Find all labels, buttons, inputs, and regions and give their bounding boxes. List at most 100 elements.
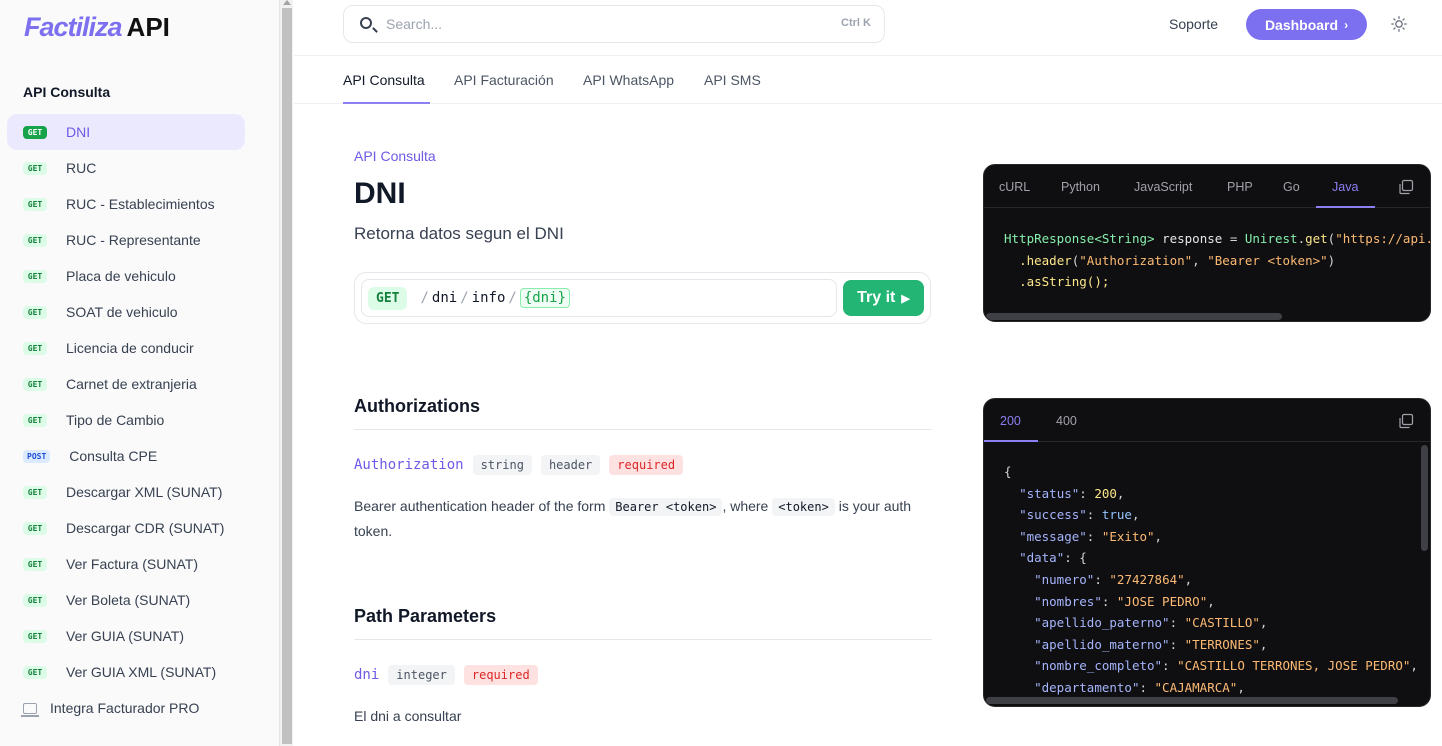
sidebar-item-label: DNI: [66, 124, 91, 140]
method-badge: GET: [23, 557, 47, 571]
lang-tab-python[interactable]: Python: [1061, 180, 1100, 194]
sidebar-item-ver-boleta-sunat[interactable]: GET Ver Boleta (SUNAT): [7, 582, 245, 618]
response-vscrollbar[interactable]: [1421, 445, 1428, 551]
method-badge: GET: [23, 593, 47, 607]
code-token: .asString();: [1019, 274, 1110, 290]
method-badge: GET: [368, 286, 408, 310]
scroll-up-arrow-icon[interactable]: [283, 0, 291, 5]
lang-tab-php[interactable]: PHP: [1227, 180, 1253, 194]
support-link[interactable]: Soporte: [1169, 16, 1218, 32]
tab-api-facturacion[interactable]: API Facturación: [454, 72, 554, 88]
sidebar-item-placa-de-vehiculo[interactable]: GET Placa de vehiculo: [7, 258, 245, 294]
try-it-label: Try it: [857, 289, 896, 306]
code-token: HttpResponse: [1004, 231, 1095, 246]
sidebar-item-tipo-de-cambio[interactable]: GET Tipo de Cambio: [7, 402, 245, 438]
sidebar-item-ruc-establecimientos[interactable]: GET RUC - Establecimientos: [7, 186, 245, 222]
path-param-type: integer: [388, 665, 455, 685]
method-badge: POST: [23, 449, 51, 463]
lang-tab-javascript[interactable]: JavaScript: [1134, 180, 1192, 194]
sidebar-item-consulta-cpe[interactable]: POST Consulta CPE: [7, 438, 245, 474]
code-hscrollbar[interactable]: [986, 313, 1282, 320]
sidebar-item-descargar-cdr-sunat[interactable]: GET Descargar CDR (SUNAT): [7, 510, 245, 546]
json-value: "CASTILLO TERRONES, JOSE PEDRO": [1177, 658, 1411, 674]
json-value: "Exito": [1101, 528, 1155, 544]
sidebar-item-label: Licencia de conducir: [66, 340, 194, 356]
sidebar-item-ver-guia-sunat[interactable]: GET Ver GUIA (SUNAT): [7, 618, 245, 654]
sun-icon[interactable]: [1391, 16, 1407, 32]
code-token: "Authorization": [1079, 252, 1193, 268]
json-value: true: [1101, 507, 1132, 523]
copy-icon[interactable]: [1398, 179, 1414, 195]
sidebar-item-dni[interactable]: GET DNI: [7, 114, 245, 150]
inline-code: Bearer <token>: [609, 498, 723, 516]
sidebar-item-label: Descargar XML (SUNAT): [66, 484, 223, 500]
tab-api-whatsapp[interactable]: API WhatsApp: [583, 72, 674, 88]
play-icon: ▶: [901, 292, 910, 305]
sidebar-item-integra-facturador-pro[interactable]: Integra Facturador PRO: [7, 690, 245, 726]
response-code-block: { "status": 200, "success": true, "messa…: [1004, 464, 1418, 695]
sidebar-item-ruc-representante[interactable]: GET RUC - Representante: [7, 222, 245, 258]
sidebar-item-label: RUC - Establecimientos: [66, 196, 215, 212]
sidebar-item-label: Ver Factura (SUNAT): [66, 556, 198, 572]
try-it-button[interactable]: Try it ▶: [843, 280, 924, 316]
sidebar-item-label: Tipo de Cambio: [66, 412, 165, 428]
code-token: "https://api.factiliza.com/v1/dni/info/{…: [1335, 231, 1430, 246]
auth-param-description: Bearer authentication header of the form…: [354, 494, 932, 543]
status-tab-200[interactable]: 200: [1000, 414, 1021, 428]
method-badge: GET: [23, 521, 47, 535]
sidebar-item-ver-factura-sunat[interactable]: GET Ver Factura (SUNAT): [7, 546, 245, 582]
sidebar: Factiliza API API Consulta GET DNI GET RUC G…: [0, 0, 279, 746]
tab-api-consulta[interactable]: API Consulta: [343, 72, 425, 88]
endpoint-box: GET / dni / info / {dni} Try it ▶: [354, 272, 931, 324]
path-parameters-title: Path Parameters: [354, 606, 497, 626]
code-token: get: [1305, 231, 1328, 246]
top-header: Ctrl K Soporte Dashboard ›: [294, 0, 1442, 56]
request-code-panel: cURL Python JavaScript PHP Go Java HttpR…: [983, 164, 1431, 322]
sidebar-item-ruc[interactable]: GET RUC: [7, 150, 245, 186]
dashboard-button[interactable]: Dashboard ›: [1246, 9, 1367, 40]
laptop-icon: [21, 702, 39, 717]
sidebar-item-licencia-de-conducir[interactable]: GET Licencia de conducir: [7, 330, 245, 366]
lang-tab-curl[interactable]: cURL: [999, 180, 1030, 194]
path-required-badge: required: [463, 665, 538, 685]
path-segment: info: [471, 290, 506, 306]
sidebar-item-ver-guia-xml-sunat[interactable]: GET Ver GUIA XML (SUNAT): [7, 654, 245, 690]
search-input[interactable]: [386, 14, 806, 34]
response-hscrollbar[interactable]: [986, 697, 1398, 704]
logo[interactable]: Factiliza API: [24, 12, 170, 43]
json-value: "TERRONES": [1184, 636, 1260, 652]
lang-tab-java[interactable]: Java: [1332, 180, 1358, 194]
tab-api-sms[interactable]: API SMS: [704, 72, 761, 88]
page-description: Retorna datos segun el DNI: [354, 224, 564, 243]
sidebar-item-soat-de-vehiculo[interactable]: GET SOAT de vehiculo: [7, 294, 245, 330]
auth-param-row: Authorization string header required: [354, 455, 692, 475]
auth-param-name[interactable]: Authorization: [354, 457, 464, 473]
search-icon: [360, 17, 372, 29]
language-tabs: cURL Python JavaScript PHP Go Java: [984, 165, 1430, 208]
auth-desc-text: Bearer authentication header of the form: [354, 498, 606, 514]
sidebar-scrollbar[interactable]: [279, 0, 293, 746]
json-value: "CASTILLO": [1184, 615, 1260, 631]
lang-tab-go[interactable]: Go: [1283, 180, 1300, 194]
code-token: <String>: [1094, 231, 1155, 246]
sidebar-item-descargar-xml-sunat[interactable]: GET Descargar XML (SUNAT): [7, 474, 245, 510]
search-shortcut: Ctrl K: [841, 17, 871, 29]
divider: [354, 639, 932, 640]
logo-brand: Factiliza: [24, 12, 123, 42]
method-badge: GET: [23, 197, 47, 211]
active-status-indicator: [984, 440, 1038, 442]
path-separator: /: [420, 290, 429, 306]
copy-icon[interactable]: [1398, 413, 1414, 429]
page-title: DNI: [354, 177, 406, 210]
sidebar-section-title: API Consulta: [23, 84, 111, 100]
method-badge: GET: [23, 377, 47, 391]
path-param-name[interactable]: dni: [354, 667, 379, 683]
path-separator: /: [508, 290, 517, 306]
sidebar-item-carnet-de-extranjeria[interactable]: GET Carnet de extranjeria: [7, 366, 245, 402]
endpoint-path[interactable]: GET / dni / info / {dni}: [361, 279, 837, 317]
sidebar-scroll-thumb[interactable]: [282, 8, 292, 744]
sidebar-item-label: Ver GUIA (SUNAT): [66, 628, 184, 644]
sidebar-item-label: RUC: [66, 160, 97, 176]
search-bar[interactable]: Ctrl K: [343, 5, 885, 43]
status-tab-400[interactable]: 400: [1056, 414, 1077, 428]
